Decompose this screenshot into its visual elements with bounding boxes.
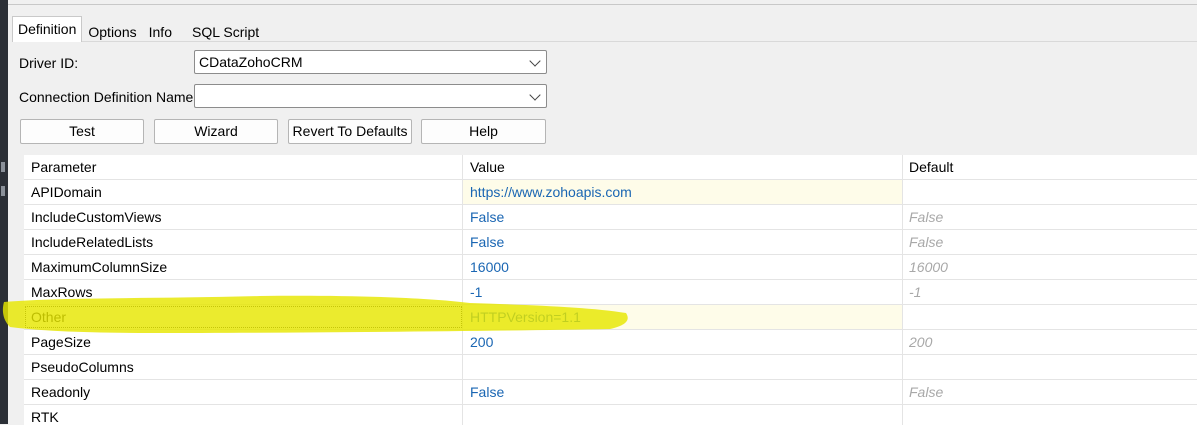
tab-sql-script[interactable]: SQL Script <box>186 20 265 42</box>
default-cell: False <box>909 209 944 225</box>
table-row[interactable]: MaximumColumnSize 16000 16000 <box>24 255 1197 280</box>
value-cell[interactable]: False <box>463 205 903 229</box>
value-cell[interactable]: 16000 <box>463 255 903 279</box>
parameter-cell: Readonly <box>24 380 463 404</box>
parameter-cell: MaxRows <box>24 280 463 304</box>
parameter-cell: APIDomain <box>24 180 463 204</box>
parameter-cell: MaximumColumnSize <box>24 255 463 279</box>
driver-id-label: Driver ID: <box>19 55 79 71</box>
value-cell[interactable]: 200 <box>463 330 903 354</box>
default-cell <box>903 355 1197 379</box>
parameter-cell: PseudoColumns <box>24 355 463 379</box>
background-window-edge <box>0 0 8 424</box>
table-row[interactable]: APIDomain https://www.zohoapis.com <box>24 180 1197 205</box>
grid-header: Parameter Value Default <box>24 155 1197 180</box>
chevron-down-icon[interactable] <box>529 89 541 101</box>
parameter-cell: IncludeCustomViews <box>24 205 463 229</box>
connection-name-label: Connection Definition Name: <box>19 89 198 105</box>
table-row[interactable]: PageSize 200 200 <box>24 330 1197 355</box>
value-cell[interactable]: False <box>463 230 903 254</box>
value-cell[interactable] <box>463 355 903 379</box>
column-header-value[interactable]: Value <box>463 155 903 179</box>
table-row[interactable]: Other HTTPVersion=1.1 <box>24 305 1197 330</box>
default-cell <box>903 405 1197 425</box>
tab-strip: Definition Options Info SQL Script <box>12 16 265 42</box>
value-cell[interactable]: HTTPVersion=1.1 <box>463 305 903 329</box>
edge-mark <box>1 186 5 196</box>
table-row[interactable]: PseudoColumns <box>24 355 1197 380</box>
default-cell: 200 <box>909 334 933 350</box>
table-row[interactable]: RTK <box>24 405 1197 425</box>
default-cell: 16000 <box>909 259 948 275</box>
tab-info[interactable]: Info <box>143 20 178 42</box>
default-cell: False <box>909 234 944 250</box>
parameter-grid: Parameter Value Default APIDomain https:… <box>24 155 1197 425</box>
default-cell: -1 <box>909 284 922 300</box>
tab-options[interactable]: Options <box>82 20 142 42</box>
edge-mark <box>1 162 5 172</box>
default-cell <box>903 305 1197 329</box>
revert-to-defaults-button[interactable]: Revert To Defaults <box>288 119 412 144</box>
parameter-cell: IncludeRelatedLists <box>24 230 463 254</box>
table-row[interactable]: IncludeRelatedLists False False <box>24 230 1197 255</box>
value-cell[interactable] <box>463 405 903 425</box>
column-header-default[interactable]: Default <box>903 155 1197 179</box>
wizard-button[interactable]: Wizard <box>154 119 278 144</box>
chevron-down-icon[interactable] <box>529 55 541 67</box>
driver-id-value: CDataZohoCRM <box>199 54 303 70</box>
value-cell[interactable]: False <box>463 380 903 404</box>
tab-definition[interactable]: Definition <box>12 16 83 42</box>
table-row[interactable]: IncludeCustomViews False False <box>24 205 1197 230</box>
title-divider <box>8 4 1197 5</box>
value-cell[interactable]: https://www.zohoapis.com <box>463 180 903 204</box>
connection-editor-window: Definition Options Info SQL Script Drive… <box>8 0 1197 425</box>
definition-panel: Driver ID: CDataZohoCRM Connection Defin… <box>12 41 1197 425</box>
connection-name-combo[interactable] <box>194 84 547 108</box>
column-header-parameter[interactable]: Parameter <box>24 155 463 179</box>
table-row[interactable]: Readonly False False <box>24 380 1197 405</box>
parameter-cell: Other <box>24 305 463 329</box>
default-cell <box>903 180 1197 204</box>
table-row[interactable]: MaxRows -1 -1 <box>24 280 1197 305</box>
parameter-cell: PageSize <box>24 330 463 354</box>
driver-id-combo[interactable]: CDataZohoCRM <box>194 50 547 74</box>
default-cell: False <box>909 384 944 400</box>
value-cell[interactable]: -1 <box>463 280 903 304</box>
parameter-cell: RTK <box>24 405 463 425</box>
test-button[interactable]: Test <box>20 119 144 144</box>
help-button[interactable]: Help <box>421 119 546 144</box>
